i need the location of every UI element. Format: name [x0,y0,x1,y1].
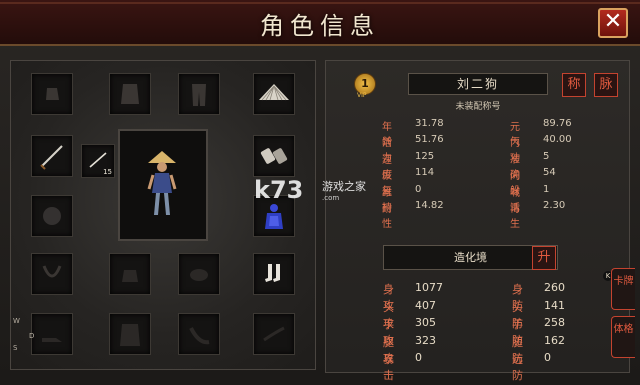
pouch-icon [122,270,138,282]
attribute-label: 耐性 [382,204,394,230]
attribute-value: 125 [415,150,435,162]
sash-slot[interactable] [178,313,220,355]
combat-value: 260 [544,281,565,294]
gloves-slot[interactable] [31,73,73,115]
close-button[interactable]: ✕ [598,8,628,38]
shoe-icon [42,338,62,342]
pants-slot[interactable] [178,73,220,115]
realm-up-button[interactable]: 升 [532,246,556,270]
ornament-slot[interactable] [253,313,295,355]
shoes-slot[interactable] [31,313,73,355]
pants-icon [192,84,206,106]
combat-value: 258 [544,316,565,329]
robe-icon [120,324,140,346]
combat-value: 162 [544,333,565,347]
compass-w: W [13,317,20,325]
attribute-value: 14.82 [415,200,444,211]
sash-icon [189,327,210,345]
straw-hat-icon [259,84,289,101]
attribute-value: 1 [543,183,550,195]
bracer-slot[interactable] [253,135,295,177]
watermark-url: .com [322,194,340,202]
hat-slot[interactable] [253,73,295,115]
attribute-value: 0 [415,183,422,195]
compass-d: D [29,332,35,340]
attribute-value: 114 [415,167,435,179]
meridian-button[interactable]: 脉 [594,73,618,97]
socks-icon [265,264,280,282]
armor-slot[interactable] [109,73,151,115]
attribute-value: 40.00 [543,134,572,146]
watermark-brand: k73 [254,176,304,204]
character-figure-icon [147,151,177,215]
attribute-value: 51.76 [415,134,444,146]
necklace-slot[interactable] [31,253,73,295]
weapon-slot[interactable] [31,135,73,177]
equipment-panel: 15 W S D [10,60,316,370]
window-title: 角色信息 [260,12,380,40]
combat-value: 1077 [415,281,443,294]
ring-icon [43,207,61,225]
attribute-value: 2.30 [543,200,566,211]
title-button[interactable]: 称 [562,73,586,97]
gloves-icon [46,88,59,100]
wrist-slot[interactable] [178,253,220,295]
boots-slot[interactable] [253,253,295,295]
belt-slot[interactable] [109,253,151,295]
wristband-icon [190,269,208,281]
blade-ornament-icon [263,326,285,342]
attribute-label: 再生 [510,204,522,230]
watermark-site: 游戏之家 [322,180,366,193]
character-portrait [118,129,208,241]
character-info-window: 角色信息 ✕ 15 W S D 1 VIP 刘二狗 未装配称号 称 脉 年龄 3… [0,0,640,385]
combat-value: 0 [415,351,422,364]
attribute-value: 54 [543,167,556,179]
combat-label: 远防 [512,353,523,382]
item-count: 15 [103,168,112,176]
combat-value: 323 [415,333,436,347]
accessory-slot[interactable] [31,195,73,237]
attribute-value: 89.76 [543,118,572,129]
attribute-value: 31.78 [415,118,444,129]
vip-label: VIP [357,92,367,99]
robe-slot[interactable] [109,313,151,355]
combat-value: 141 [544,298,565,312]
dagger-slot[interactable]: 15 [81,144,115,178]
attribute-value: 5 [543,150,550,162]
character-title: 未装配称号 [455,102,501,112]
sword-icon [40,145,63,170]
physique-tab[interactable]: 体格 [611,316,635,358]
card-tab[interactable]: 卡牌 [611,268,635,310]
armor-icon [121,84,139,104]
combat-value: 407 [415,298,436,312]
realm-name: 造化境 [454,251,487,264]
combat-label: 暴击 [383,353,394,382]
compass-s: S [13,344,18,352]
combat-value: 0 [544,351,551,364]
necklace-icon [42,265,62,278]
combat-value: 305 [415,316,436,329]
bracer-icon [260,148,288,164]
title-bar: 角色信息 ✕ [0,0,640,46]
character-name: 刘二狗 [408,73,548,95]
